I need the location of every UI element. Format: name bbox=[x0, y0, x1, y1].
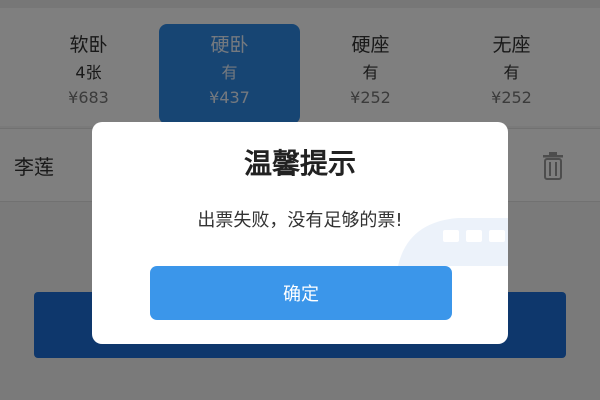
alert-dialog: 温馨提示 出票失败，没有足够的票! 确定 bbox=[92, 122, 508, 344]
confirm-button[interactable]: 确定 bbox=[150, 266, 452, 320]
dialog-title: 温馨提示 bbox=[243, 147, 356, 180]
train-icon bbox=[398, 218, 508, 266]
